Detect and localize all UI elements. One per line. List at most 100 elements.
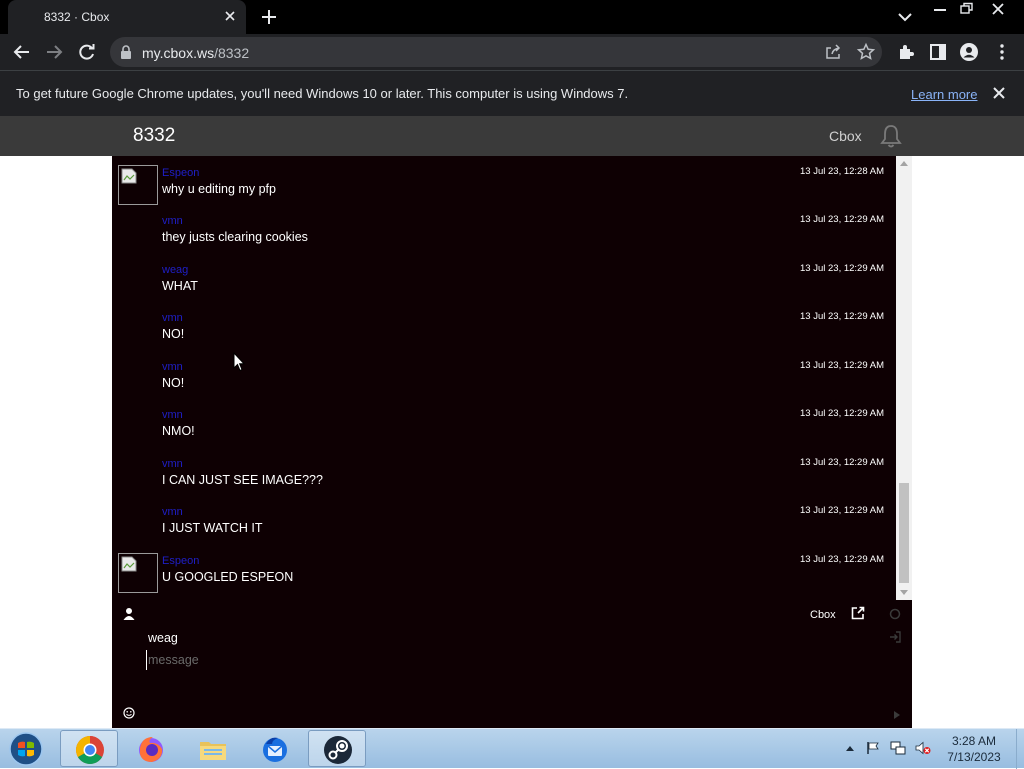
learn-more-link[interactable]: Learn more: [911, 87, 977, 102]
window-minimize-icon[interactable]: [926, 0, 954, 18]
message-author[interactable]: vmn: [162, 312, 183, 324]
message-author[interactable]: vmn: [162, 506, 183, 518]
lock-icon[interactable]: [119, 44, 133, 60]
username-label[interactable]: weag: [148, 631, 178, 645]
new-tab-plus-icon[interactable]: [258, 6, 280, 28]
message-author[interactable]: vmn: [162, 361, 183, 373]
message-author[interactable]: Espeon: [162, 555, 199, 567]
tab-strip: 8332 · Cbox: [0, 0, 1024, 34]
message-list: Espeon why u editing my pfp 13 Jul 23, 12:…: [112, 156, 896, 600]
external-link-icon[interactable]: [851, 606, 865, 620]
taskbar-firefox[interactable]: [122, 730, 180, 767]
clock-time: 3:28 AM: [951, 734, 997, 748]
infobar-message: To get future Google Chrome updates, you…: [16, 86, 629, 101]
message-row: vmn NMO! 13 Jul 23, 12:29 AM: [112, 398, 896, 444]
message-timestamp: 13 Jul 23, 12:29 AM: [800, 505, 884, 516]
message-text: I JUST WATCH IT: [162, 521, 263, 535]
window-close-icon[interactable]: [978, 0, 1018, 18]
message-text: U GOOGLED ESPEON: [162, 570, 294, 584]
message-author[interactable]: vmn: [162, 409, 183, 421]
scroll-up-arrow-icon[interactable]: [900, 160, 908, 168]
message-timestamp: 13 Jul 23, 12:29 AM: [800, 311, 884, 322]
address-bar[interactable]: my.cbox.ws/8332: [110, 37, 882, 67]
update-infobar: To get future Google Chrome updates, you…: [0, 70, 1024, 116]
back-arrow-icon[interactable]: [12, 42, 32, 62]
avatar[interactable]: [118, 553, 158, 593]
volume-muted-icon[interactable]: [915, 741, 931, 755]
message-text: WHAT: [162, 279, 198, 293]
message-author[interactable]: vmn: [162, 458, 183, 470]
message-row: vmn NO! 13 Jul 23, 12:29 AM: [112, 301, 896, 347]
side-panel-icon[interactable]: [928, 42, 948, 62]
taskbar-thunderbird[interactable]: [246, 730, 304, 767]
message-row: weag WHAT 13 Jul 23, 12:29 AM: [112, 253, 896, 299]
infobar-close-icon[interactable]: [992, 86, 1006, 100]
tab-close-icon[interactable]: [222, 8, 238, 24]
message-row: vmn I CAN JUST SEE IMAGE??? 13 Jul 23, 12:…: [112, 447, 896, 493]
message-row: Espeon U GOOGLED ESPEON 13 Jul 23, 12:29 A…: [112, 544, 896, 593]
brand-link[interactable]: Cbox: [829, 128, 862, 144]
action-center-flag-icon[interactable]: [866, 741, 880, 755]
tab-search-chevron-icon[interactable]: [896, 9, 914, 25]
tray-overflow-arrow-icon[interactable]: [845, 744, 855, 752]
message-author[interactable]: Espeon: [162, 167, 199, 179]
tab-active[interactable]: 8332 · Cbox: [8, 0, 246, 34]
steam-icon: [324, 736, 352, 764]
folder-icon: [200, 742, 226, 760]
message-row: vmn NO! 13 Jul 23, 12:29 AM: [112, 350, 896, 396]
message-scrollbar[interactable]: [896, 156, 912, 600]
send-arrow-icon[interactable]: [894, 711, 900, 719]
broken-image-icon: [121, 168, 137, 184]
profile-avatar-icon[interactable]: [959, 42, 979, 62]
mouse-pointer-icon: [233, 352, 245, 372]
message-author[interactable]: weag: [162, 264, 188, 276]
reload-icon[interactable]: [77, 42, 97, 62]
message-text: why u editing my pfp: [162, 182, 276, 196]
message-timestamp: 13 Jul 23, 12:29 AM: [800, 263, 884, 274]
kebab-menu-icon[interactable]: [992, 42, 1012, 62]
message-timestamp: 13 Jul 23, 12:29 AM: [800, 214, 884, 225]
network-icon[interactable]: [890, 741, 906, 755]
taskbar-clock[interactable]: 3:28 AM 7/13/2023: [938, 733, 1010, 765]
taskbar-steam[interactable]: [308, 730, 366, 767]
windows-taskbar: 3:28 AM 7/13/2023: [0, 728, 1024, 769]
message-text: NMO!: [162, 424, 195, 438]
message-text: NO!: [162, 327, 185, 341]
taskbar-windows-explorer[interactable]: [184, 730, 242, 767]
avatar[interactable]: [118, 165, 158, 205]
forward-arrow-icon[interactable]: [44, 42, 64, 62]
message-row: Espeon why u editing my pfp 13 Jul 23, 12:…: [112, 156, 896, 205]
message-timestamp: 13 Jul 23, 12:29 AM: [800, 457, 884, 468]
thunderbird-icon: [263, 737, 287, 762]
clock-date: 7/13/2023: [947, 750, 1001, 764]
message-timestamp: 13 Jul 23, 12:29 AM: [800, 554, 884, 565]
show-desktop-button[interactable]: [1016, 729, 1024, 769]
cbox-link[interactable]: Cbox: [810, 609, 836, 621]
message-timestamp: 13 Jul 23, 12:29 AM: [800, 408, 884, 419]
message-text: NO!: [162, 376, 185, 390]
taskbar-chrome[interactable]: [60, 730, 118, 767]
extensions-puzzle-icon[interactable]: [896, 42, 916, 62]
message-composer: Cbox weag: [112, 600, 912, 728]
window-restore-icon[interactable]: [952, 0, 980, 18]
scrollbar-thumb[interactable]: [899, 483, 909, 583]
firefox-icon: [139, 737, 163, 762]
user-icon[interactable]: [123, 607, 135, 621]
status-circle-icon[interactable]: [889, 608, 901, 620]
message-timestamp: 13 Jul 23, 12:28 AM: [800, 166, 884, 177]
bell-icon[interactable]: [879, 123, 903, 149]
chat-box: Espeon why u editing my pfp 13 Jul 23, 12:…: [112, 156, 912, 728]
scroll-down-arrow-icon[interactable]: [900, 588, 908, 596]
emoji-smiley-icon[interactable]: [123, 707, 135, 719]
message-author[interactable]: vmn: [162, 215, 183, 227]
sign-in-icon[interactable]: [889, 631, 901, 643]
message-input[interactable]: [146, 650, 746, 670]
chrome-icon: [76, 736, 104, 764]
message-row: vmn they justs clearing cookies 13 Jul 23,…: [112, 204, 896, 250]
page-title: 8332: [133, 125, 176, 146]
bookmark-star-icon[interactable]: [856, 42, 876, 62]
message-text: they justs clearing cookies: [162, 230, 308, 244]
message-row: vmn I JUST WATCH IT 13 Jul 23, 12:29 AM: [112, 495, 896, 541]
windows-start-orb-icon[interactable]: [6, 731, 46, 767]
share-icon[interactable]: [824, 43, 842, 61]
